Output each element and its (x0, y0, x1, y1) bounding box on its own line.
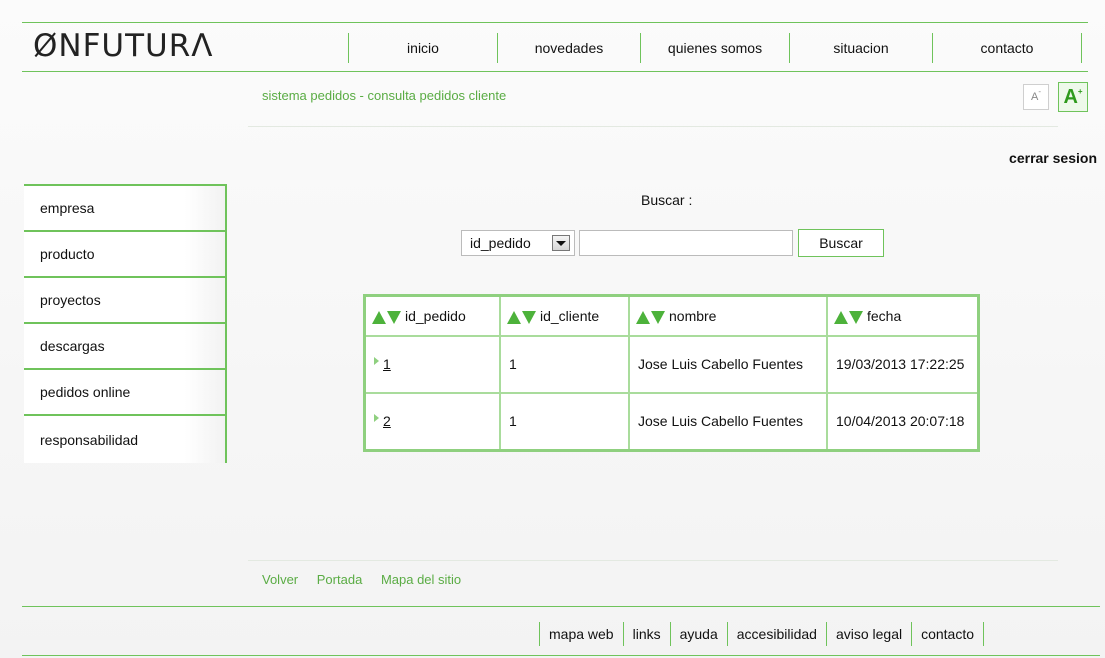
sidebar-item-proyectos[interactable]: proyectos (24, 276, 227, 322)
sidebar-item-descargas[interactable]: descargas (24, 322, 227, 368)
chevron-down-icon[interactable] (552, 235, 570, 251)
sort-asc-icon[interactable] (372, 310, 386, 324)
sitemap-link[interactable]: Mapa del sitio (381, 572, 461, 587)
expand-arrow-icon[interactable] (374, 414, 379, 422)
cell-id-pedido: 1 (363, 335, 501, 394)
font-increase-icon: A (1063, 85, 1078, 108)
order-link[interactable]: 1 (383, 356, 391, 372)
sidebar: empresa producto proyectos descargas ped… (24, 184, 227, 463)
footer-nav: mapa web links ayuda accesibilidad aviso… (539, 622, 985, 646)
cell-id-cliente: 1 (499, 392, 630, 452)
column-header-nombre[interactable]: nombre (628, 294, 828, 337)
footer-top-rule (22, 606, 1100, 607)
select-value: id_pedido (470, 235, 531, 251)
search-button[interactable]: Buscar (798, 229, 884, 257)
footer-contacto[interactable]: contacto (912, 626, 983, 642)
sort-asc-icon[interactable] (507, 310, 521, 324)
plus-sign: + (1077, 86, 1083, 96)
decrease-font-button[interactable]: A- (1023, 84, 1049, 110)
footer-accesibilidad[interactable]: accesibilidad (728, 626, 826, 642)
top-rule (22, 22, 1088, 23)
sort-desc-icon[interactable] (522, 310, 536, 324)
cell-nombre: Jose Luis Cabello Fuentes (628, 392, 828, 452)
nav-contacto[interactable]: contacto (933, 33, 1081, 63)
search-field-select[interactable]: id_pedido (461, 230, 575, 256)
cell-fecha: 19/03/2013 17:22:25 (826, 335, 980, 394)
sort-asc-icon[interactable] (834, 310, 848, 324)
nav-novedades[interactable]: novedades (498, 33, 640, 63)
column-header-id-pedido[interactable]: id_pedido (363, 294, 501, 337)
header-label: id_cliente (540, 308, 600, 324)
table-row: 1 1 Jose Luis Cabello Fuentes 19/03/2013… (363, 335, 980, 394)
increase-font-button[interactable]: A + (1058, 82, 1088, 112)
sort-desc-icon[interactable] (651, 310, 665, 324)
logout-link[interactable]: cerrar sesion (1009, 150, 1097, 166)
cell-id-cliente: 1 (499, 335, 630, 394)
footer-ayuda[interactable]: ayuda (671, 626, 727, 642)
content-bottom-rule (248, 560, 1058, 561)
orders-table: id_pedido id_cliente nombre fecha 1 1 Jo… (363, 294, 980, 452)
sidebar-item-producto[interactable]: producto (24, 230, 227, 276)
sort-asc-icon[interactable] (636, 310, 650, 324)
font-decrease-icon: A (1030, 91, 1039, 103)
footer-separator (983, 622, 985, 646)
nav-inicio[interactable]: inicio (349, 33, 497, 63)
footer-aviso-legal[interactable]: aviso legal (827, 626, 911, 642)
nav-situacion[interactable]: situacion (790, 33, 932, 63)
expand-arrow-icon[interactable] (374, 357, 379, 365)
header-label: nombre (669, 308, 717, 324)
logo[interactable]: ØNFUTURΛ (33, 28, 213, 64)
order-link[interactable]: 2 (383, 413, 391, 429)
minus-sign: - (1038, 86, 1041, 96)
sort-desc-icon[interactable] (387, 310, 401, 324)
bottom-links: Volver Portada Mapa del sitio (262, 572, 476, 587)
cell-nombre: Jose Luis Cabello Fuentes (628, 335, 828, 394)
sidebar-item-responsabilidad[interactable]: responsabilidad (24, 414, 227, 463)
sidebar-item-pedidos-online[interactable]: pedidos online (24, 368, 227, 414)
search-input[interactable] (579, 230, 793, 256)
cell-fecha: 10/04/2013 20:07:18 (826, 392, 980, 452)
column-header-id-cliente[interactable]: id_cliente (499, 294, 630, 337)
footer-mapa-web[interactable]: mapa web (540, 626, 623, 642)
footer-links[interactable]: links (624, 626, 670, 642)
column-header-fecha[interactable]: fecha (826, 294, 980, 337)
table-row: 2 1 Jose Luis Cabello Fuentes 10/04/2013… (363, 392, 980, 452)
volver-link[interactable]: Volver (262, 572, 298, 587)
header-label: id_pedido (405, 308, 466, 324)
portada-link[interactable]: Portada (317, 572, 363, 587)
page: ØNFUTURΛ inicio novedades quienes somos … (0, 0, 1105, 658)
sort-desc-icon[interactable] (849, 310, 863, 324)
nav-quienes-somos[interactable]: quienes somos (641, 33, 789, 63)
search-label: Buscar : (641, 192, 693, 208)
cell-id-pedido: 2 (363, 392, 501, 452)
subtitle-rule (248, 126, 1058, 127)
sidebar-item-empresa[interactable]: empresa (24, 184, 227, 230)
table-header-row: id_pedido id_cliente nombre fecha (363, 294, 980, 337)
top-nav: inicio novedades quienes somos situacion… (348, 33, 1082, 63)
page-subtitle: sistema pedidos - consulta pedidos clien… (262, 88, 507, 103)
nav-rule (22, 71, 1088, 72)
nav-separator (1081, 33, 1082, 63)
footer-bottom-rule (22, 655, 1100, 656)
header-label: fecha (867, 308, 902, 324)
